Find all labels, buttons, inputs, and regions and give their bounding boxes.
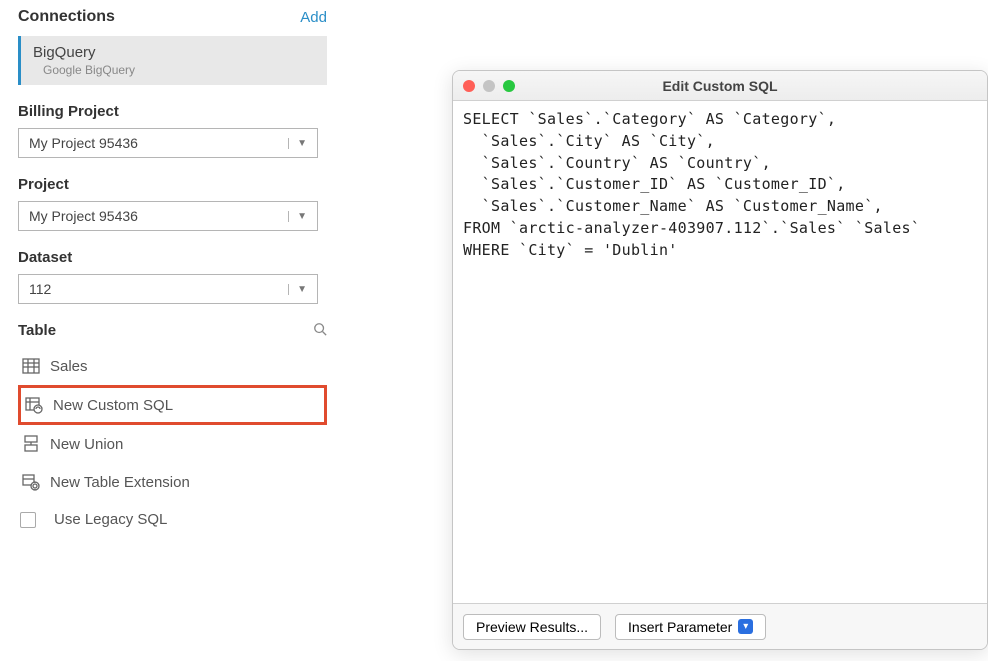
insert-button-label: Insert Parameter <box>628 619 732 635</box>
window-controls <box>463 80 515 92</box>
dataset-value: 112 <box>29 281 51 297</box>
custom-sql-icon <box>25 396 43 414</box>
chevron-down-icon: ▼ <box>288 211 307 222</box>
union-icon <box>22 435 40 453</box>
project-label: Project <box>18 176 327 193</box>
active-connection-subtitle: Google BigQuery <box>43 63 315 77</box>
dataset-label: Dataset <box>18 249 327 266</box>
table-item-label: Sales <box>50 358 88 375</box>
project-value: My Project 95436 <box>29 208 138 224</box>
search-icon[interactable] <box>313 322 327 339</box>
action-new-union[interactable]: New Union <box>18 425 327 463</box>
sql-editor[interactable]: SELECT `Sales`.`Category` AS `Category`,… <box>453 101 987 603</box>
action-label: New Union <box>50 436 123 453</box>
billing-project-label: Billing Project <box>18 103 327 120</box>
action-label: New Custom SQL <box>53 397 173 414</box>
dialog-footer: Preview Results... Insert Parameter ▾ <box>453 603 987 649</box>
use-legacy-sql-row[interactable]: Use Legacy SQL <box>18 501 327 538</box>
connections-title: Connections <box>18 8 115 26</box>
minimize-window-button[interactable] <box>483 80 495 92</box>
legacy-sql-checkbox[interactable] <box>20 512 36 528</box>
dialog-title: Edit Custom SQL <box>453 78 987 94</box>
chevron-down-icon: ▼ <box>288 138 307 149</box>
table-section-header: Table <box>18 322 327 339</box>
action-label: New Table Extension <box>50 474 190 491</box>
maximize-window-button[interactable] <box>503 80 515 92</box>
legacy-sql-label: Use Legacy SQL <box>54 511 167 528</box>
close-window-button[interactable] <box>463 80 475 92</box>
billing-project-dropdown[interactable]: My Project 95436 ▼ <box>18 128 318 158</box>
data-source-sidebar: Connections Add BigQuery Google BigQuery… <box>0 0 345 546</box>
dataset-dropdown[interactable]: 112 ▼ <box>18 274 318 304</box>
active-connection[interactable]: BigQuery Google BigQuery <box>18 36 327 85</box>
extension-icon <box>22 473 40 491</box>
table-item-sales[interactable]: Sales <box>18 347 327 385</box>
action-new-custom-sql[interactable]: New Custom SQL <box>18 385 327 425</box>
table-icon <box>22 357 40 375</box>
preview-button-label: Preview Results... <box>476 619 588 635</box>
add-connection-link[interactable]: Add <box>300 9 327 26</box>
connections-header: Connections Add <box>18 8 327 26</box>
insert-parameter-button[interactable]: Insert Parameter ▾ <box>615 614 766 640</box>
action-new-table-extension[interactable]: New Table Extension <box>18 463 327 501</box>
project-dropdown[interactable]: My Project 95436 ▼ <box>18 201 318 231</box>
preview-results-button[interactable]: Preview Results... <box>463 614 601 640</box>
chevron-down-icon: ▾ <box>738 619 753 634</box>
chevron-down-icon: ▼ <box>288 284 307 295</box>
active-connection-name: BigQuery <box>33 44 315 61</box>
dialog-titlebar[interactable]: Edit Custom SQL <box>453 71 987 101</box>
billing-project-value: My Project 95436 <box>29 135 138 151</box>
edit-custom-sql-dialog: Edit Custom SQL SELECT `Sales`.`Category… <box>452 70 988 650</box>
table-list: Sales New Custom SQL <box>18 347 327 538</box>
table-section-label: Table <box>18 322 56 339</box>
